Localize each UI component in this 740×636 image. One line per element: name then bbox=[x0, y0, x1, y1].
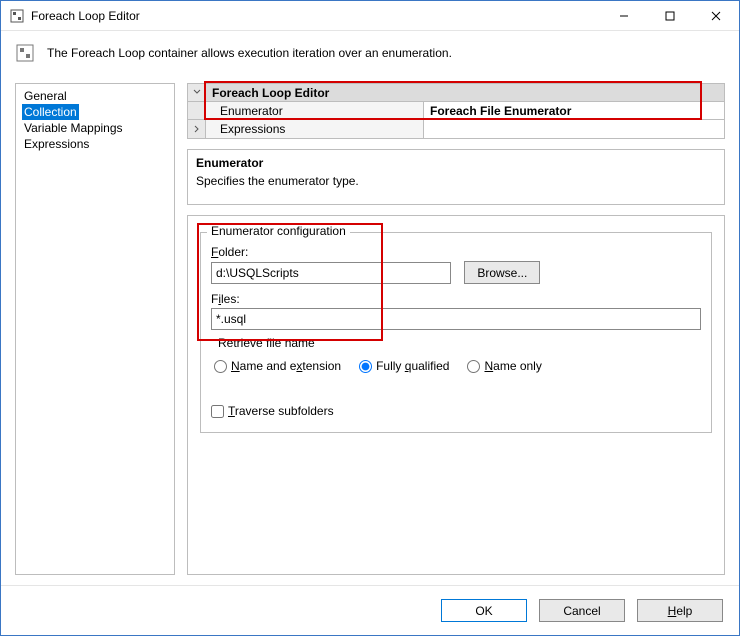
property-section-title: Foreach Loop Editor bbox=[206, 84, 724, 101]
folder-label-text: older: bbox=[218, 245, 248, 259]
header-strip: The Foreach Loop container allows execut… bbox=[1, 31, 739, 75]
radio-name-and-extension-input[interactable] bbox=[214, 360, 227, 373]
nav-item-general[interactable]: General bbox=[22, 88, 168, 104]
titlebar: Foreach Loop Editor bbox=[1, 1, 739, 31]
ok-button[interactable]: OK bbox=[441, 599, 527, 622]
files-input[interactable] bbox=[211, 308, 701, 330]
property-grid: Foreach Loop Editor Enumerator Foreach F… bbox=[187, 83, 725, 139]
enumerator-config-fieldset: Enumerator configuration Folder: Browse.… bbox=[200, 232, 712, 433]
nav-item-expressions[interactable]: Expressions bbox=[22, 136, 168, 152]
foreach-loop-large-icon bbox=[15, 43, 35, 63]
header-description: The Foreach Loop container allows execut… bbox=[47, 46, 452, 60]
property-value-expressions[interactable] bbox=[424, 120, 724, 138]
nav-panel: General Collection Variable Mappings Exp… bbox=[15, 83, 175, 575]
window-title: Foreach Loop Editor bbox=[31, 9, 601, 23]
retrieve-filename-radios: Name and extension Fully qualified Name … bbox=[214, 359, 698, 373]
property-grid-section-header[interactable]: Foreach Loop Editor bbox=[188, 84, 724, 102]
property-row-spacer bbox=[188, 102, 206, 119]
foreach-loop-icon bbox=[9, 8, 25, 24]
close-button[interactable] bbox=[693, 1, 739, 31]
property-row-enumerator[interactable]: Enumerator Foreach File Enumerator bbox=[188, 102, 724, 120]
traverse-subfolders-checkbox[interactable]: Traverse subfolders bbox=[211, 404, 334, 418]
collapse-icon[interactable] bbox=[188, 84, 206, 101]
folder-label: Folder: bbox=[211, 245, 701, 259]
maximize-button[interactable] bbox=[647, 1, 693, 31]
radio-fully-qualified-input[interactable] bbox=[359, 360, 372, 373]
radio-name-only[interactable]: Name only bbox=[467, 359, 541, 373]
enumerator-config-legend: Enumerator configuration bbox=[207, 224, 350, 238]
property-row-expressions[interactable]: Expressions bbox=[188, 120, 724, 138]
radio-name-and-extension[interactable]: Name and extension bbox=[214, 359, 341, 373]
nav-item-collection[interactable]: Collection bbox=[22, 104, 79, 120]
property-value-enumerator[interactable]: Foreach File Enumerator bbox=[424, 102, 724, 119]
files-label: Files: bbox=[211, 292, 701, 306]
folder-input[interactable] bbox=[211, 262, 451, 284]
retrieve-filename-legend: Retrieve file name bbox=[214, 336, 319, 350]
traverse-subfolders-input[interactable] bbox=[211, 405, 224, 418]
dialog-footer: OK Cancel Help bbox=[1, 585, 739, 635]
cancel-button[interactable]: Cancel bbox=[539, 599, 625, 622]
minimize-button[interactable] bbox=[601, 1, 647, 31]
property-label-expressions: Expressions bbox=[206, 120, 424, 138]
radio-fully-qualified[interactable]: Fully qualified bbox=[359, 359, 449, 373]
help-button[interactable]: Help bbox=[637, 599, 723, 622]
enumerator-config-panel: Enumerator configuration Folder: Browse.… bbox=[187, 215, 725, 575]
property-description-body: Specifies the enumerator type. bbox=[196, 174, 716, 188]
expand-icon[interactable] bbox=[188, 120, 206, 138]
property-description-panel: Enumerator Specifies the enumerator type… bbox=[187, 149, 725, 205]
property-label-enumerator: Enumerator bbox=[206, 102, 424, 119]
radio-name-only-input[interactable] bbox=[467, 360, 480, 373]
nav-item-variable-mappings[interactable]: Variable Mappings bbox=[22, 120, 168, 136]
browse-button[interactable]: Browse... bbox=[464, 261, 540, 284]
dialog-window: Foreach Loop Editor The Foreach Loop con… bbox=[0, 0, 740, 636]
property-description-title: Enumerator bbox=[196, 156, 716, 170]
